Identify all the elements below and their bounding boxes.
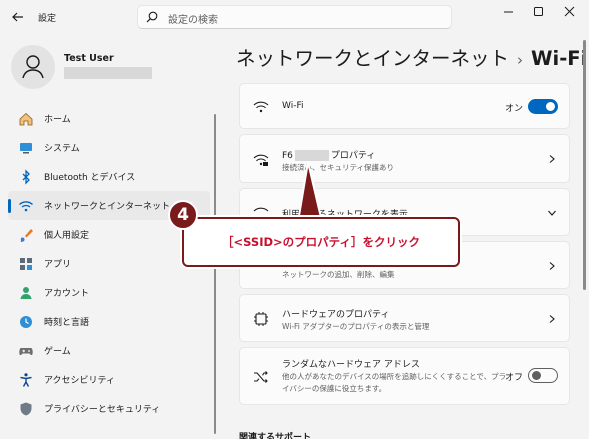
wifi-toggle[interactable] xyxy=(528,99,558,114)
toggle-knob xyxy=(546,102,555,111)
breadcrumb-separator: › xyxy=(517,51,524,69)
sidebar-item-time-language[interactable]: 時刻と言語 xyxy=(8,307,210,336)
chevron-right-icon xyxy=(549,262,555,270)
sidebar-item-system[interactable]: システム xyxy=(8,133,210,162)
annotation-callout: ［<SSID>のプロパティ］をクリック xyxy=(182,217,460,267)
ssid-properties-suffix: プロパティ xyxy=(330,151,376,161)
search-input[interactable]: 設定の検索 xyxy=(137,5,452,29)
chevron-right-icon xyxy=(549,315,555,323)
sidebar-nav: ホーム システム Bluetooth とデバイス ネットワークとインターネット … xyxy=(8,104,210,423)
manage-networks-subtitle: ネットワークの追加、削除、編集 xyxy=(282,270,395,279)
sidebar-item-label: アカウント xyxy=(44,289,90,299)
wifi-title: Wi-Fi xyxy=(282,101,304,111)
wifi-icon xyxy=(19,201,33,212)
random-hardware-toggle-label: オフ xyxy=(505,373,524,383)
gamepad-icon xyxy=(19,348,33,356)
user-email-redacted xyxy=(64,67,152,79)
sidebar-item-accounts[interactable]: アカウント xyxy=(8,278,210,307)
back-arrow-icon[interactable] xyxy=(10,9,26,25)
random-hardware-address-card: ランダムなハードウェア アドレス 他の人があなたのデバイスの場所を追跡しにくくす… xyxy=(239,347,570,405)
person-icon xyxy=(22,55,44,79)
sidebar-item-label: ネットワークとインターネット xyxy=(44,202,171,212)
shuffle-icon xyxy=(254,371,268,383)
step-number-badge: 4 xyxy=(168,200,198,230)
random-hardware-address-subtitle-line1: 他の人があなたのデバイスの場所を追跡しにくくすることで、プラ xyxy=(282,372,507,381)
main-scrollbar[interactable] xyxy=(583,40,586,290)
maximize-icon[interactable] xyxy=(524,0,554,24)
sidebar-item-label: Bluetooth とデバイス xyxy=(44,173,136,183)
random-hardware-toggle[interactable] xyxy=(528,368,558,383)
sidebar-item-apps[interactable]: アプリ xyxy=(8,249,210,278)
selection-indicator xyxy=(8,199,11,213)
sidebar-item-bluetooth[interactable]: Bluetooth とデバイス xyxy=(8,162,210,191)
chevron-right-icon xyxy=(549,155,555,163)
sidebar-item-label: システム xyxy=(44,144,80,154)
sidebar-item-gaming[interactable]: ゲーム xyxy=(8,336,210,365)
sidebar-item-label: 個人用設定 xyxy=(44,231,90,241)
sidebar-item-label: 時刻と言語 xyxy=(44,318,90,328)
annotation-text: ［<SSID>のプロパティ］をクリック xyxy=(222,235,420,249)
sidebar-item-accessibility[interactable]: アクセシビリティ xyxy=(8,365,210,394)
avatar xyxy=(11,45,55,89)
breadcrumb-current: Wi-Fi xyxy=(531,47,588,70)
accessibility-icon xyxy=(20,373,32,387)
random-hardware-address-subtitle-line2: イバシーの保護に役立ちます。 xyxy=(282,384,387,393)
user-profile[interactable]: Test User xyxy=(11,45,211,89)
apps-icon xyxy=(20,258,32,270)
shield-icon xyxy=(20,402,32,416)
chevron-down-icon xyxy=(548,210,556,216)
secure-wifi-icon xyxy=(253,154,269,166)
hardware-properties-title: ハードウェアのプロパティ xyxy=(282,310,390,320)
account-icon xyxy=(20,287,32,299)
search-placeholder: 設定の検索 xyxy=(168,15,218,26)
title-bar: 設定 設定の検索 xyxy=(0,0,589,36)
page-title: ネットワークとインターネット › Wi-Fi xyxy=(236,42,587,71)
wifi-toggle-label: オン xyxy=(505,104,524,114)
close-icon[interactable] xyxy=(555,0,585,24)
hardware-properties-subtitle: Wi-Fi アダプターのプロパティの表示と管理 xyxy=(282,322,430,331)
brush-icon xyxy=(20,229,33,242)
random-hardware-address-title: ランダムなハードウェア アドレス xyxy=(282,360,420,370)
sidebar-item-label: ホーム xyxy=(44,115,71,125)
related-support-heading: 関連するサポート xyxy=(239,433,312,439)
sidebar-scrollbar[interactable] xyxy=(214,114,216,434)
wifi-icon xyxy=(253,101,269,113)
globe-clock-icon xyxy=(20,316,32,328)
chip-icon xyxy=(254,312,268,326)
breadcrumb-parent[interactable]: ネットワークとインターネット xyxy=(236,47,509,70)
wifi-toggle-card: Wi-Fi オン xyxy=(239,83,570,129)
toggle-knob xyxy=(532,371,541,380)
bluetooth-icon xyxy=(22,169,30,185)
sidebar-item-label: ゲーム xyxy=(44,347,71,357)
sidebar-item-privacy-security[interactable]: プライバシーとセキュリティ xyxy=(8,394,210,423)
app-title: 設定 xyxy=(38,14,57,24)
system-icon xyxy=(20,143,32,154)
sidebar-item-label: アプリ xyxy=(44,260,72,270)
minimize-icon[interactable] xyxy=(494,0,524,24)
sidebar-item-home[interactable]: ホーム xyxy=(8,104,210,133)
search-icon xyxy=(146,11,158,23)
sidebar-item-label: アクセシビリティ xyxy=(44,376,116,386)
sidebar-item-label: プライバシーとセキュリティ xyxy=(44,405,161,415)
user-name: Test User xyxy=(64,53,114,64)
home-icon xyxy=(19,112,33,126)
hardware-properties-card[interactable]: ハードウェアのプロパティ Wi-Fi アダプターのプロパティの表示と管理 xyxy=(239,294,570,342)
